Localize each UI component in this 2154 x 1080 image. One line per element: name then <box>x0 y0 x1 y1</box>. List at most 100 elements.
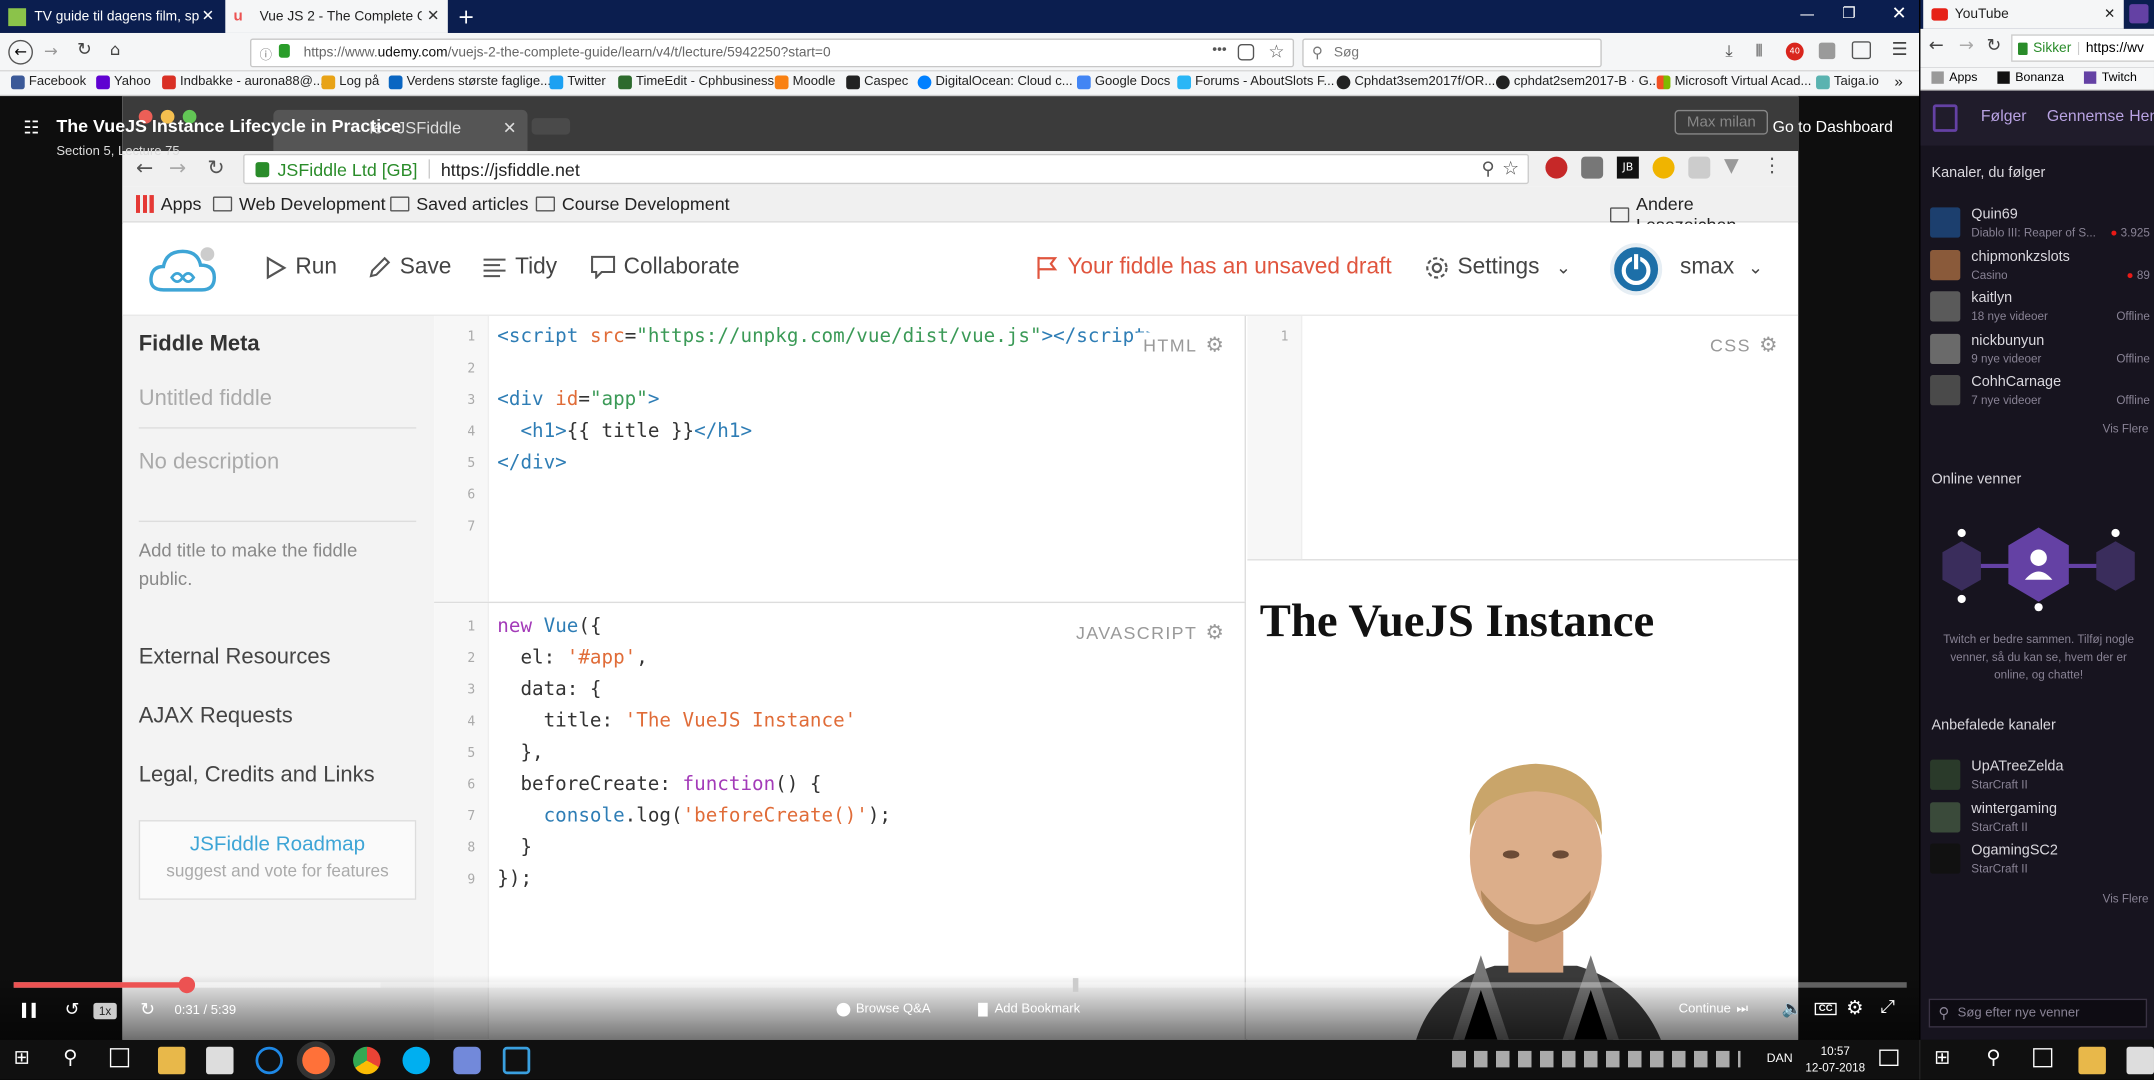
jetbrains-icon[interactable]: JB <box>1616 156 1639 179</box>
bookmark-facebook[interactable]: Facebook <box>10 74 86 89</box>
settings-gear-icon[interactable]: ⚙ <box>1846 997 1863 1019</box>
clock[interactable]: 10:57 12-07-2018 <box>1805 1043 1865 1076</box>
channel-item[interactable]: OgamingSC2 StarCraft II <box>1930 838 2150 879</box>
video-player[interactable]: ☷ The VueJS Instance Lifecycle in Practi… <box>0 96 1920 1040</box>
avatar[interactable] <box>1609 243 1663 296</box>
calculator-icon[interactable] <box>2126 1046 2154 1075</box>
roadmap-box[interactable]: JSFiddle Roadmap suggest and vote for fe… <box>138 820 417 900</box>
legal-link[interactable]: Legal, Credits and Links <box>139 764 375 789</box>
forward-icon[interactable]: ↻ <box>140 1000 155 1021</box>
bookmark-forums[interactable]: Forums - AboutSlots F... <box>1177 74 1334 89</box>
tab-vue-course[interactable]: u Vue JS 2 - The Complete Gu ✕ <box>225 0 448 33</box>
twitch-logo-icon[interactable] <box>1932 104 1958 132</box>
app-icon[interactable] <box>502 1046 531 1075</box>
extension-icon[interactable] <box>1818 42 1836 60</box>
channel-item[interactable]: CohhCarnage 7 nye videoer Offline <box>1930 370 2150 411</box>
css-panel-label[interactable]: CSS ⚙ <box>1710 332 1779 357</box>
minimize-icon[interactable]: — <box>1800 5 1815 23</box>
user-menu[interactable]: smax ⌄ <box>1680 254 1763 280</box>
channel-item[interactable]: nickbunyun 9 nye videoer Offline <box>1930 328 2150 369</box>
bookmark-yahoo[interactable]: Yahoo <box>96 74 151 89</box>
extension-icon[interactable] <box>1688 156 1711 179</box>
file-explorer-icon[interactable] <box>2078 1046 2106 1075</box>
progress-handle[interactable] <box>178 976 195 994</box>
run-button[interactable]: Run <box>265 254 337 280</box>
close-tab-icon[interactable]: ✕ <box>427 7 440 24</box>
progress-track[interactable] <box>13 976 1907 994</box>
title-input[interactable]: Untitled fiddle <box>138 387 417 429</box>
friend-search-input[interactable]: ⚲ Søg efter nye venner <box>1928 998 2148 1028</box>
calculator-icon[interactable] <box>206 1046 234 1075</box>
ajax-requests-link[interactable]: AJAX Requests <box>139 705 293 730</box>
bookmark-marker[interactable] <box>1072 978 1079 992</box>
inner-url-bar[interactable]: JSFiddle Ltd [GB] https://jsfiddle.net ⚲… <box>243 153 1529 185</box>
sidebar-icon[interactable] <box>1851 41 1872 60</box>
channel-item[interactable]: chipmonkzslots Casino ● 89 <box>1930 245 2150 286</box>
settings-button[interactable]: Settings ⌄ <box>1425 254 1571 280</box>
windows-start-icon[interactable]: ⊞ <box>1934 1047 1961 1074</box>
task-view-icon[interactable] <box>2033 1048 2053 1068</box>
forward-icon[interactable]: → <box>1959 36 1974 57</box>
bookmark-timeedit[interactable]: TimeEdit - Cphbusiness <box>618 74 774 89</box>
close-window-icon[interactable]: ✕ <box>1892 4 1907 25</box>
address-bar[interactable]: ⓘ https://www. udemy.com/vuejs-2-the-comp… <box>250 38 1295 68</box>
rewind-icon[interactable]: ↺ <box>65 1000 80 1021</box>
forward-icon[interactable]: → <box>44 41 58 60</box>
save-button[interactable]: Save <box>367 254 451 280</box>
back-icon[interactable]: ← <box>8 39 33 65</box>
unsaved-draft-notice[interactable]: Your fiddle has an unsaved draft <box>1034 254 1392 280</box>
home-icon[interactable]: ⌂ <box>110 40 120 59</box>
tab-youtube[interactable]: YouTube ✕ <box>1923 0 2124 29</box>
library-icon[interactable]: ⫴ <box>1756 41 1763 62</box>
chrome-icon[interactable] <box>353 1046 381 1075</box>
firefox-icon[interactable] <box>302 1046 330 1075</box>
jsfiddle-logo[interactable] <box>147 243 218 298</box>
pocket-icon[interactable] <box>1237 43 1255 61</box>
tab-tv-guide[interactable]: TV guide til dagens film, sport og ✕ <box>0 0 223 33</box>
language-indicator[interactable]: DAN <box>1767 1051 1793 1065</box>
channel-item[interactable]: wintergaming StarCraft II <box>1930 797 2150 838</box>
bookmark-caspec[interactable]: Caspec <box>846 74 908 89</box>
show-more-link[interactable]: Vis Flere <box>2103 422 2149 436</box>
channel-item[interactable]: Quin69 Diablo III: Reaper of S... ● 3.925 <box>1930 202 2150 243</box>
folder-saved-articles[interactable]: Saved articles <box>390 194 528 214</box>
reload-icon[interactable]: ↻ <box>207 155 224 180</box>
more-bookmarks-icon[interactable]: » <box>1894 74 1902 90</box>
bookmark-taiga[interactable]: Taiga.io <box>1816 74 1879 89</box>
extension-icon[interactable] <box>1652 156 1675 179</box>
search-box[interactable]: ⚲ Søg <box>1302 38 1602 68</box>
show-more-link[interactable]: Vis Flere <box>2103 892 2149 906</box>
bookmark-star-icon[interactable]: ☆ <box>1502 157 1519 180</box>
bookmark-star-icon[interactable]: ☆ <box>1268 41 1284 63</box>
extension-icon[interactable] <box>1581 156 1604 179</box>
more-icon[interactable]: ••• <box>1212 43 1226 58</box>
file-explorer-icon[interactable] <box>157 1046 186 1075</box>
apps-bookmark[interactable]: Apps <box>1931 70 1977 84</box>
bookmark-twitter[interactable]: Twitter <box>549 74 606 89</box>
description-input[interactable]: No description <box>138 451 417 523</box>
dashboard-link[interactable]: Go to Dashboard <box>1773 120 1893 136</box>
reload-icon[interactable]: ↻ <box>1986 36 2001 57</box>
search-icon[interactable]: ⚲ <box>1986 1047 2013 1074</box>
html-panel-label[interactable]: HTML ⚙ <box>1137 332 1226 358</box>
reload-icon[interactable]: ↻ <box>77 40 92 61</box>
nav-more[interactable]: Hen <box>2129 109 2154 125</box>
download-icon[interactable]: ⤓ <box>1725 41 1732 62</box>
windows-start-icon[interactable]: ⊞ <box>14 1047 41 1074</box>
new-tab-button[interactable] <box>531 118 571 135</box>
channel-item[interactable]: UpATreeZelda StarCraft II <box>1930 754 2150 795</box>
skype-icon[interactable] <box>402 1046 430 1075</box>
twitch-address-bar[interactable]: Sikker | https://wv <box>2011 34 2154 62</box>
javascript-editor[interactable]: 123456789 new Vue({ el: '#app', data: { … <box>434 601 1246 1040</box>
css-editor[interactable]: 1 CSS ⚙ <box>1247 315 1799 561</box>
channel-item[interactable]: kaitlyn 18 nye videoer Offline <box>1930 286 2150 327</box>
extension-icon[interactable] <box>1545 156 1568 179</box>
back-icon[interactable]: ← <box>1929 36 1944 57</box>
nav-browse[interactable]: Gennemse <box>2047 109 2124 125</box>
continue-button[interactable]: Continue ⏭ <box>1679 1001 1749 1016</box>
collaborate-button[interactable]: Collaborate <box>591 254 740 280</box>
bookmark-moodle[interactable]: Moodle <box>774 74 835 89</box>
curriculum-menu-icon[interactable]: ☷ <box>23 118 39 139</box>
bookmark-digitalocean[interactable]: DigitalOcean: Cloud c... <box>917 74 1073 89</box>
folder-web-dev[interactable]: Web Development <box>212 194 386 214</box>
